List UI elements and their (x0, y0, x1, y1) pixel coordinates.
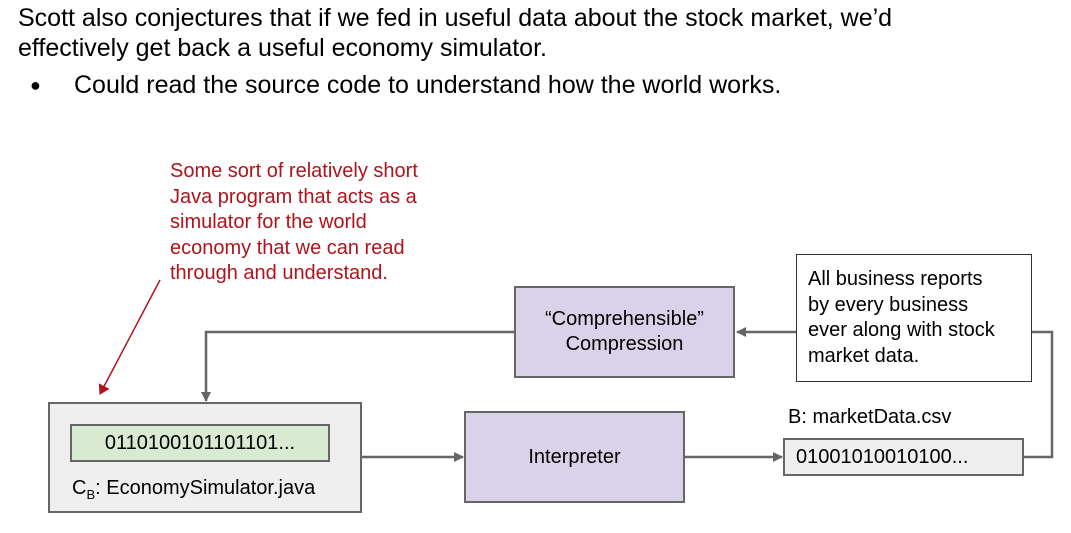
interpreter-box: Interpreter (464, 411, 685, 503)
reports-box: All business reports by every business e… (796, 254, 1032, 382)
program-box: 0110100101101101... CB: EconomySimulator… (48, 402, 362, 513)
program-label: CB: EconomySimulator.java (72, 476, 315, 507)
program-bits: 0110100101101101... (70, 424, 330, 462)
reports-line: ever along with stock (808, 319, 995, 341)
compression-label: Compression (565, 333, 684, 355)
compression-label: “Comprehensible” (545, 308, 704, 330)
data-label: B: marketData.csv (788, 406, 952, 428)
program-label-subscript: B (86, 487, 96, 502)
compression-box: “Comprehensible” Compression (514, 286, 735, 378)
reports-line: by every business (808, 293, 969, 316)
annotation-arrow (98, 279, 161, 395)
reports-line: All business reports (808, 268, 983, 290)
program-label-name: : EconomySimulator.java (95, 477, 316, 499)
reports-line: market data. (808, 344, 920, 367)
arrow-compression-to-program (201, 330, 514, 402)
program-label-prefix: C (72, 477, 87, 499)
data-bits: 01001010010100... (783, 438, 1024, 476)
